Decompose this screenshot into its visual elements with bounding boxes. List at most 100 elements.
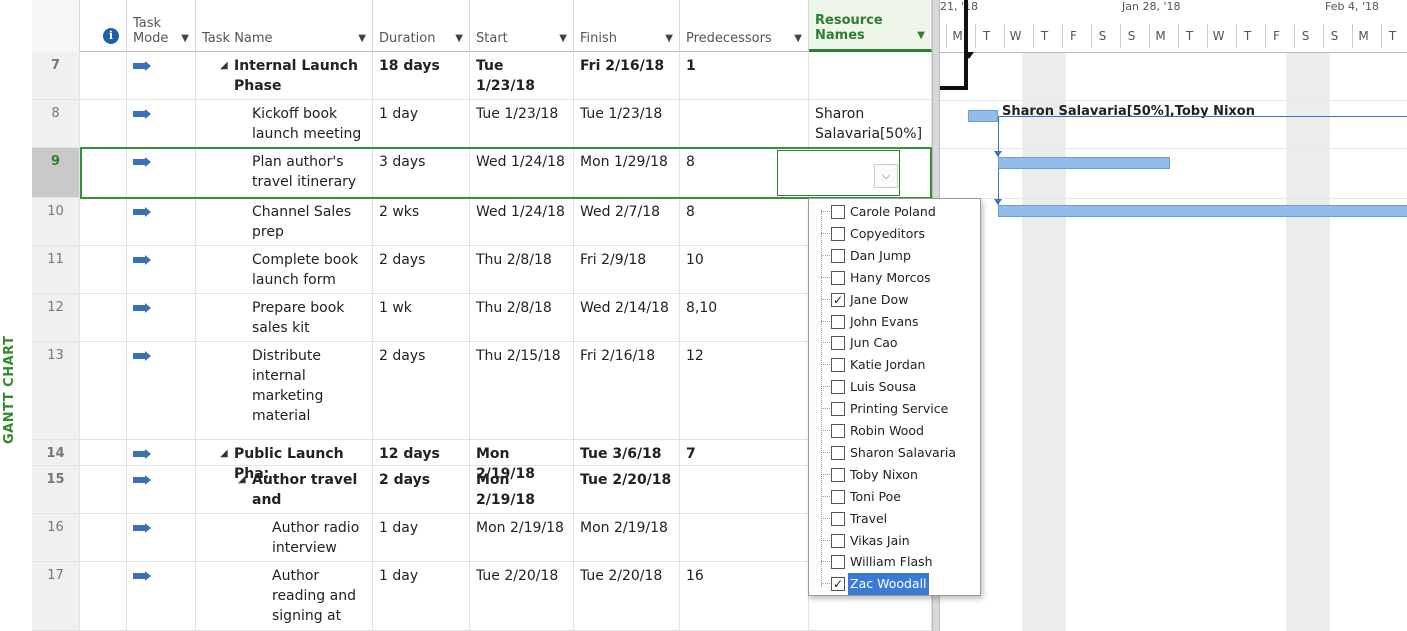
row-id[interactable]: 7 (32, 52, 80, 99)
checkbox[interactable] (831, 270, 845, 285)
chevron-down-icon[interactable]: ▼ (455, 33, 463, 44)
resource-dropdown-button[interactable]: ⌵ (874, 164, 898, 188)
cell-task-mode[interactable] (127, 294, 196, 341)
row-id[interactable]: 10 (32, 198, 80, 245)
column-task-name[interactable]: Task Name ▼ (196, 0, 373, 52)
resource-option[interactable]: ✓ Jane Dow (821, 289, 976, 311)
row-id[interactable]: 13 (32, 342, 80, 439)
cell-start[interactable]: Wed 1/24/18 (470, 198, 574, 245)
column-finish[interactable]: Finish ▼ (574, 0, 680, 52)
cell-start[interactable]: Thu 2/15/18 (470, 342, 574, 439)
checkbox[interactable] (831, 226, 845, 241)
cell-finish[interactable]: Fri 2/9/18 (574, 246, 680, 293)
resource-option[interactable]: Katie Jordan (821, 354, 976, 376)
task-row[interactable]: 17 Author reading and signing at 1 day Tue … (32, 562, 932, 631)
cell-info[interactable] (80, 440, 127, 465)
resource-option[interactable]: Travel (821, 508, 976, 530)
row-id[interactable]: 11 (32, 246, 80, 293)
chevron-down-icon[interactable]: ▼ (559, 33, 567, 44)
column-task-mode[interactable]: Task Mode ▼ (127, 0, 196, 52)
collapse-triangle-icon[interactable]: ◢ (220, 444, 228, 464)
checkbox[interactable] (831, 424, 845, 438)
cell-info[interactable] (80, 198, 127, 245)
cell-finish[interactable]: Tue 2/20/18 (574, 466, 680, 513)
cell-finish[interactable]: Mon 1/29/18 (574, 148, 680, 197)
cell-duration[interactable]: 18 days (373, 52, 470, 99)
task-row[interactable]: 11 Complete book launch form 2 days Thu 2/8… (32, 246, 932, 294)
checkbox[interactable] (831, 533, 845, 548)
cell-pred[interactable]: 8 (680, 198, 809, 245)
cell-start[interactable]: Mon 2/19/18 (470, 440, 574, 482)
checkbox[interactable] (831, 248, 845, 263)
checkbox[interactable] (831, 314, 845, 329)
task-row[interactable]: 15 ◢ Author travel and 2 days Mon 2/19/18 Tue… (32, 466, 932, 514)
collapse-triangle-icon[interactable]: ◢ (238, 470, 246, 490)
row-id[interactable]: 12 (32, 294, 80, 341)
cell-task-mode[interactable] (127, 52, 196, 99)
cell-duration[interactable]: 3 days (373, 148, 470, 197)
resource-option[interactable]: Vikas Jain (821, 530, 976, 552)
row-id[interactable]: 17 (32, 562, 80, 630)
cell-task-name[interactable]: Channel Sales prep (196, 198, 373, 245)
checkbox[interactable] (831, 380, 845, 395)
row-id[interactable]: 8 (32, 100, 80, 147)
resource-names-dropdown[interactable]: Carole Poland Copyeditors Dan Jump Hany Mor… (808, 198, 981, 596)
chevron-down-icon[interactable]: ▼ (181, 33, 189, 44)
cell-task-mode[interactable] (127, 100, 196, 147)
checkbox[interactable] (831, 205, 845, 219)
checkbox[interactable] (831, 445, 845, 460)
gantt-bar-task-10[interactable] (998, 205, 1407, 217)
resource-option[interactable]: ✓ Zac Woodall (821, 573, 976, 595)
resource-option[interactable]: Luis Sousa (821, 376, 976, 398)
cell-start[interactable]: Mon 2/19/18 (470, 514, 574, 561)
task-row[interactable]: 13 Distribute internal marketing material… (32, 342, 932, 440)
cell-duration[interactable]: 1 wk (373, 294, 470, 341)
task-row[interactable]: 12 Prepare book sales kit 1 wk Thu 2/8/18 We… (32, 294, 932, 342)
cell-info[interactable] (80, 294, 127, 341)
cell-task-mode[interactable] (127, 198, 196, 245)
cell-res[interactable] (809, 52, 932, 99)
cell-duration[interactable]: 12 days (373, 440, 470, 465)
gantt-bar-task-9[interactable] (998, 157, 1170, 169)
collapse-triangle-icon[interactable]: ◢ (220, 56, 228, 76)
cell-finish[interactable]: Tue 1/23/18 (574, 100, 680, 147)
row-id[interactable]: 14 (32, 440, 80, 465)
task-row[interactable]: 14 ◢ Public Launch Pha: 12 days Mon 2/19/18 T… (32, 440, 932, 482)
cell-task-mode[interactable] (127, 246, 196, 293)
row-header-corner[interactable] (32, 0, 80, 52)
cell-duration[interactable]: 1 day (373, 100, 470, 147)
gantt-bar-task-8[interactable] (968, 110, 998, 122)
cell-task-name[interactable]: ◢ Author travel and (196, 466, 373, 513)
cell-info[interactable] (80, 514, 127, 561)
cell-task-mode[interactable] (127, 440, 196, 465)
resource-option[interactable]: Robin Wood (821, 420, 976, 442)
cell-start[interactable]: Tue 2/20/18 (470, 562, 574, 630)
cell-task-name[interactable]: Plan author's travel itinerary (196, 148, 373, 197)
chevron-down-icon[interactable]: ▼ (665, 33, 673, 44)
cell-duration[interactable]: 1 day (373, 514, 470, 561)
cell-info[interactable] (80, 466, 127, 513)
cell-task-mode[interactable] (127, 514, 196, 561)
cell-task-name[interactable]: Author radio interview (196, 514, 373, 561)
cell-pred[interactable]: 8,10 (680, 294, 809, 341)
resource-option[interactable]: Copyeditors (821, 223, 976, 245)
resource-option[interactable]: Toni Poe (821, 486, 976, 508)
cell-pred[interactable]: 16 (680, 562, 809, 630)
cell-start[interactable]: Tue 1/23/18 (470, 100, 574, 147)
cell-task-name[interactable]: Prepare book sales kit (196, 294, 373, 341)
cell-pred[interactable]: 10 (680, 246, 809, 293)
task-row[interactable]: 10 Channel Sales prep 2 wks Wed 1/24/18 Wed … (32, 198, 932, 246)
resource-option[interactable]: Dan Jump (821, 245, 976, 267)
cell-task-mode[interactable] (127, 562, 196, 630)
task-row[interactable]: 16 Author radio interview 1 day Mon 2/19/18… (32, 514, 932, 562)
checkbox[interactable]: ✓ (831, 577, 845, 592)
cell-pred[interactable] (680, 466, 809, 513)
cell-pred[interactable] (680, 100, 809, 147)
cell-finish[interactable]: Tue 3/6/18 (574, 440, 680, 465)
chevron-down-icon[interactable]: ▼ (794, 33, 802, 44)
resource-option[interactable]: Sharon Salavaria (821, 442, 976, 464)
cell-info[interactable] (80, 52, 127, 99)
cell-task-name[interactable]: Complete book launch form (196, 246, 373, 293)
cell-info[interactable] (80, 148, 127, 197)
cell-task-mode[interactable] (127, 148, 196, 197)
